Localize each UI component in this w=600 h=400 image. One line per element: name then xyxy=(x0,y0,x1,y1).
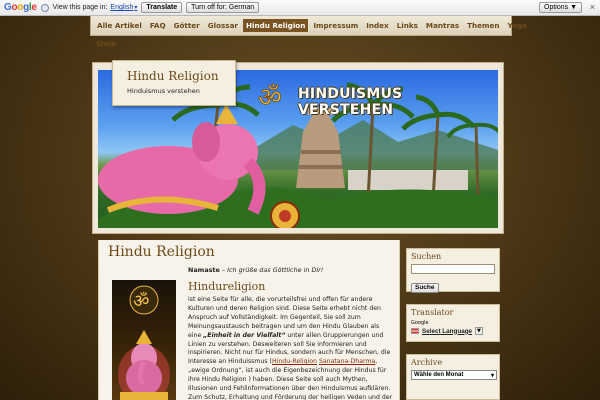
nav-item-yoga[interactable]: Yoga xyxy=(508,21,527,30)
archive-widget: Archive Wähle den Monat ▾ xyxy=(406,354,500,400)
greeting-italic: Ich grüße das Göttliche in Dir! xyxy=(227,266,324,274)
svg-text:ॐ: ॐ xyxy=(133,291,149,312)
nav-item-index[interactable]: Index xyxy=(366,21,388,30)
nav-item-links[interactable]: Links xyxy=(397,21,418,30)
language-selector[interactable]: Select Language ▼ xyxy=(411,327,495,335)
flag-icon xyxy=(411,328,419,334)
archive-select[interactable]: Wähle den Monat ▾ xyxy=(411,370,497,380)
section-title: Hindureligion xyxy=(188,280,266,293)
turn-off-button[interactable]: Turn off for: German xyxy=(186,2,260,13)
link-sanatana-dharma[interactable]: Sanatana-Dharma xyxy=(319,358,375,365)
google-logo: Google xyxy=(4,2,37,13)
ganesha-illustration: ॐ xyxy=(118,285,170,400)
options-button[interactable]: Options ▼ xyxy=(539,2,582,13)
translator-widget: Translator Google Select Language ▼ xyxy=(406,304,500,342)
search-title: Suchen xyxy=(411,252,442,261)
page-title: Hindu Religion xyxy=(108,244,215,260)
nav-item-impressum[interactable]: Impressum xyxy=(313,21,358,30)
main-nav: Alle Artikel FAQ Götter Glossar Hindu Re… xyxy=(90,16,527,36)
nav-item-shop[interactable]: Shop xyxy=(96,40,116,48)
language-select[interactable]: English▾ xyxy=(110,4,137,11)
greeting: Namaste – Ich grüße das Göttliche in Dir… xyxy=(188,266,324,274)
translate-bar: Google View this page in: English▾ Trans… xyxy=(0,0,600,16)
chevron-down-icon: ▾ xyxy=(134,5,138,11)
translate-button[interactable]: Translate xyxy=(141,2,183,13)
archive-title: Archive xyxy=(411,358,443,367)
chevron-down-icon: ▾ xyxy=(490,372,494,379)
greeting-bold: Namaste xyxy=(188,266,220,274)
emphasis-text: „Einheit in der Vielfalt“ xyxy=(203,331,286,339)
select-language-label: Select Language xyxy=(422,327,473,335)
body-text: ist eine Seite für alle, die vorurteilsf… xyxy=(188,296,393,400)
google-small-logo: Google xyxy=(411,320,429,326)
view-page-label: View this page in: xyxy=(52,4,108,11)
link-hindu-religion[interactable]: Hindu-Religion xyxy=(272,358,317,365)
search-widget: Suchen Suche xyxy=(406,248,500,293)
site-title[interactable]: Hindu Religion xyxy=(127,69,235,83)
nav-item-mantras[interactable]: Mantras xyxy=(426,21,459,30)
banner-text: HINDUISMUS VERSTEHEN xyxy=(298,86,403,118)
close-icon[interactable]: × xyxy=(590,2,595,12)
ganesha-image: ॐ xyxy=(112,280,176,400)
nav-item-glossar[interactable]: Glossar xyxy=(208,21,238,30)
nav-item-themen[interactable]: Themen xyxy=(467,21,499,30)
nav-item-goetter[interactable]: Götter xyxy=(174,21,200,30)
nav-item-alle-artikel[interactable]: Alle Artikel xyxy=(97,21,142,30)
translator-title: Translator xyxy=(411,308,454,317)
site-description: Hinduismus verstehen xyxy=(127,87,200,95)
chevron-down-icon: ▼ xyxy=(475,327,483,335)
site-title-card: Hindu Religion Hinduismus verstehen xyxy=(112,60,236,106)
search-button[interactable]: Suche xyxy=(411,282,439,293)
globe-icon xyxy=(40,3,49,12)
svg-text:ॐ: ॐ xyxy=(258,83,282,113)
search-input[interactable] xyxy=(411,264,495,274)
nav-item-hindu-religion[interactable]: Hindu Religion xyxy=(242,19,309,32)
nav-item-faq[interactable]: FAQ xyxy=(150,21,166,30)
